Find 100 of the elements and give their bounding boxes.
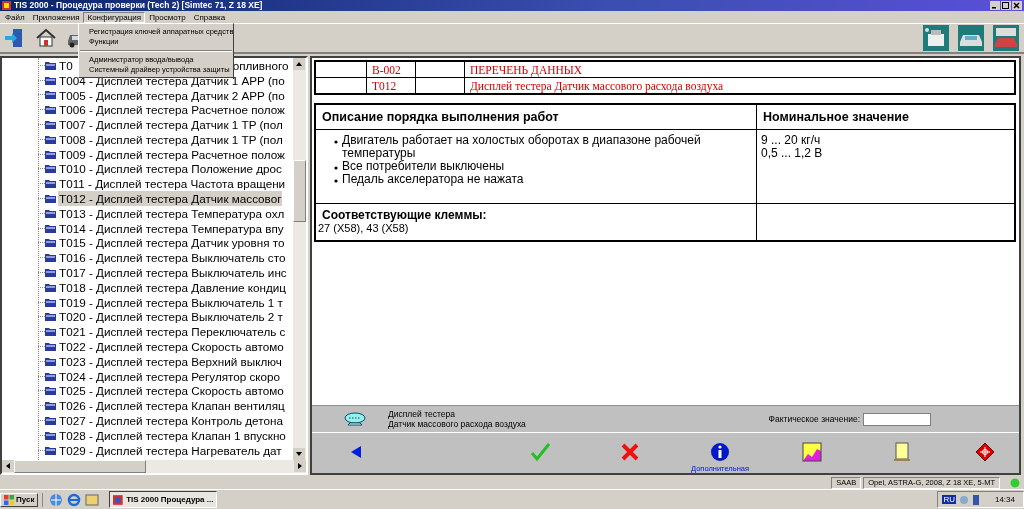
menu-item[interactable]: Просмотр <box>145 11 190 23</box>
input-field[interactable] <box>863 412 931 426</box>
folder-icon <box>45 445 56 455</box>
tray-icon[interactable] <box>971 493 980 506</box>
tree-item[interactable]: T024 - Дисплей тестера Регулятор скоро <box>58 368 282 384</box>
tree-item[interactable]: T009 - Дисплей тестера Расчетное полож <box>58 146 286 162</box>
maximize-button[interactable] <box>1001 1 1011 10</box>
app-icon <box>2 1 11 10</box>
browser-icon[interactable] <box>67 492 82 507</box>
diamond-icon[interactable] <box>975 442 995 462</box>
status-dot-icon <box>1010 478 1020 488</box>
folder-icon <box>45 312 56 322</box>
folder-icon <box>45 327 56 337</box>
tree-item[interactable]: T016 - Дисплей тестера Выключатель сто <box>58 250 287 266</box>
folder-icon <box>45 401 56 411</box>
bullet-icon <box>334 166 338 170</box>
folder-icon <box>45 105 56 115</box>
folder-icon <box>45 208 56 218</box>
folder-icon <box>45 282 56 292</box>
start-label: Пуск <box>16 495 35 504</box>
taskbar-button[interactable]: TIS 2000 Процедура ... <box>109 491 218 508</box>
windows-logo-icon <box>4 494 14 505</box>
list-item: Все потребители выключены <box>342 160 505 173</box>
horizontal-scrollbar[interactable] <box>2 460 306 473</box>
list-item: Педаль акселератора не нажата <box>342 173 524 186</box>
taskbar-label: TIS 2000 Процедура ... <box>126 495 214 504</box>
folder-icon <box>45 430 56 440</box>
folder-icon <box>45 149 56 159</box>
maximize-icon <box>1001 1 1010 10</box>
menu-item[interactable]: Файл <box>1 11 29 23</box>
folder-icon <box>45 356 56 366</box>
tree-item[interactable]: T011 - Дисплей тестера Частота вращени <box>58 176 287 192</box>
tree-item[interactable]: T028 - Дисплей тестера Клапан 1 впускно <box>58 427 287 443</box>
document-icon[interactable] <box>892 442 912 462</box>
terminal-list: 27 (X58), 43 (X58) <box>318 222 754 234</box>
network-icon[interactable] <box>49 492 64 507</box>
nominal-value: 9 ... 20 кг/ч <box>761 134 822 147</box>
scroll-thumb[interactable] <box>293 160 306 222</box>
column-header: Описание порядка выполнения работ <box>315 104 757 130</box>
tree-item[interactable]: T020 - Дисплей тестера Выключатель 2 т <box>58 309 284 325</box>
menu-item[interactable]: Приложения <box>28 11 84 23</box>
tree-item[interactable]: T022 - Дисплей тестера Скорость автомо <box>58 339 285 355</box>
tree-item[interactable]: T017 - Дисплей тестера Выключатель инс <box>58 265 288 281</box>
tree-item[interactable]: T007 - Дисплей тестера Датчик 1 TP (пол <box>58 117 284 133</box>
tree-item[interactable]: T021 - Дисплей тестера Переключатель с <box>58 324 287 340</box>
folder-icon <box>45 194 56 204</box>
tree-item[interactable]: T006 - Дисплей тестера Расчетное полож <box>58 102 286 118</box>
close-button[interactable] <box>1012 1 1022 10</box>
chart-icon[interactable] <box>802 442 822 462</box>
folder-icon <box>45 386 56 396</box>
tree-item[interactable]: T013 - Дисплей тестера Температура охл <box>58 205 286 221</box>
folder-icon <box>45 120 56 130</box>
folder-icon <box>45 60 56 70</box>
tree-item[interactable]: T005 - Дисплей тестера Датчик 2 APP (по <box>58 87 286 103</box>
folder-icon <box>45 416 56 425</box>
check-icon[interactable] <box>530 442 550 462</box>
close-icon <box>1012 1 1021 10</box>
folder-icon <box>45 75 56 85</box>
tree-item[interactable]: T023 - Дисплей тестера Верхний выключ <box>58 353 283 369</box>
start-button[interactable]: Пуск <box>0 492 39 507</box>
language-indicator[interactable]: RU <box>942 495 956 504</box>
table-cell: B-002 <box>366 61 416 78</box>
menu-item[interactable]: Справка <box>189 11 230 23</box>
vertical-scrollbar[interactable] <box>293 58 306 460</box>
tree-item[interactable]: T015 - Дисплей тестера Датчик уровня то <box>58 235 286 251</box>
folder-icon <box>45 342 56 352</box>
home-icon[interactable] <box>35 27 57 49</box>
info-icon[interactable] <box>710 442 730 462</box>
cross-icon[interactable] <box>620 442 640 462</box>
folder-icon <box>45 90 56 100</box>
tree-item[interactable]: T014 - Дисплей тестера Температура впу <box>58 220 285 236</box>
tree-item[interactable]: T0 <box>58 58 74 73</box>
info-text: Дисплей тестера <box>388 409 456 420</box>
app-icon <box>113 493 124 506</box>
tree-item[interactable]: T010 - Дисплей тестера Положение дрос <box>58 161 283 177</box>
clock: 14:34 <box>994 495 1015 504</box>
section-heading: Соответствующие клеммы: <box>321 208 488 222</box>
folder-icon <box>45 297 56 307</box>
nominal-value: 0,5 ... 1,2 В <box>761 147 824 160</box>
folder-icon <box>45 253 56 263</box>
info-text: Датчик массового расхода воздуха <box>388 419 526 430</box>
tree-item[interactable]: T008 - Дисплей тестера Датчик 1 TP (пол <box>58 131 284 147</box>
field-label: Фактическое значение: <box>768 414 860 425</box>
tree-item[interactable]: T019 - Дисплей тестера Выключатель 1 т <box>58 294 284 310</box>
list-item: Двигатель работает на холостых оборотах в диапазоне рабочей температуры <box>342 134 702 160</box>
tree-item[interactable]: T027 - Дисплей тестера Контроль детона <box>58 413 284 429</box>
bullet-icon <box>334 140 338 144</box>
folder-icon <box>45 238 56 248</box>
menu-item[interactable]: Конфигурация <box>83 11 146 23</box>
tree-item[interactable]: T025 - Дисплей тестера Скорость автомо <box>58 383 285 399</box>
tree-item[interactable]: T018 - Дисплей тестера Давление кондиц <box>58 279 287 295</box>
tree-item[interactable]: опливного <box>231 58 290 73</box>
minimize-button[interactable] <box>990 1 1000 10</box>
scroll-thumb[interactable] <box>14 460 146 473</box>
tree-item[interactable]: T029 - Дисплей тестера Нагреватель дат <box>58 442 283 458</box>
tree-item[interactable]: T026 - Дисплей тестера Клапан вентиляц <box>58 398 286 414</box>
folder-icon <box>45 223 56 233</box>
window-title: TIS 2000 - Процедура проверки (Tech 2) [Simtec 71, Z 18 XE] <box>14 0 263 11</box>
folder-icon <box>45 134 56 144</box>
tree-item[interactable]: T012 - Дисплей тестера Датчик массовог <box>58 191 283 207</box>
